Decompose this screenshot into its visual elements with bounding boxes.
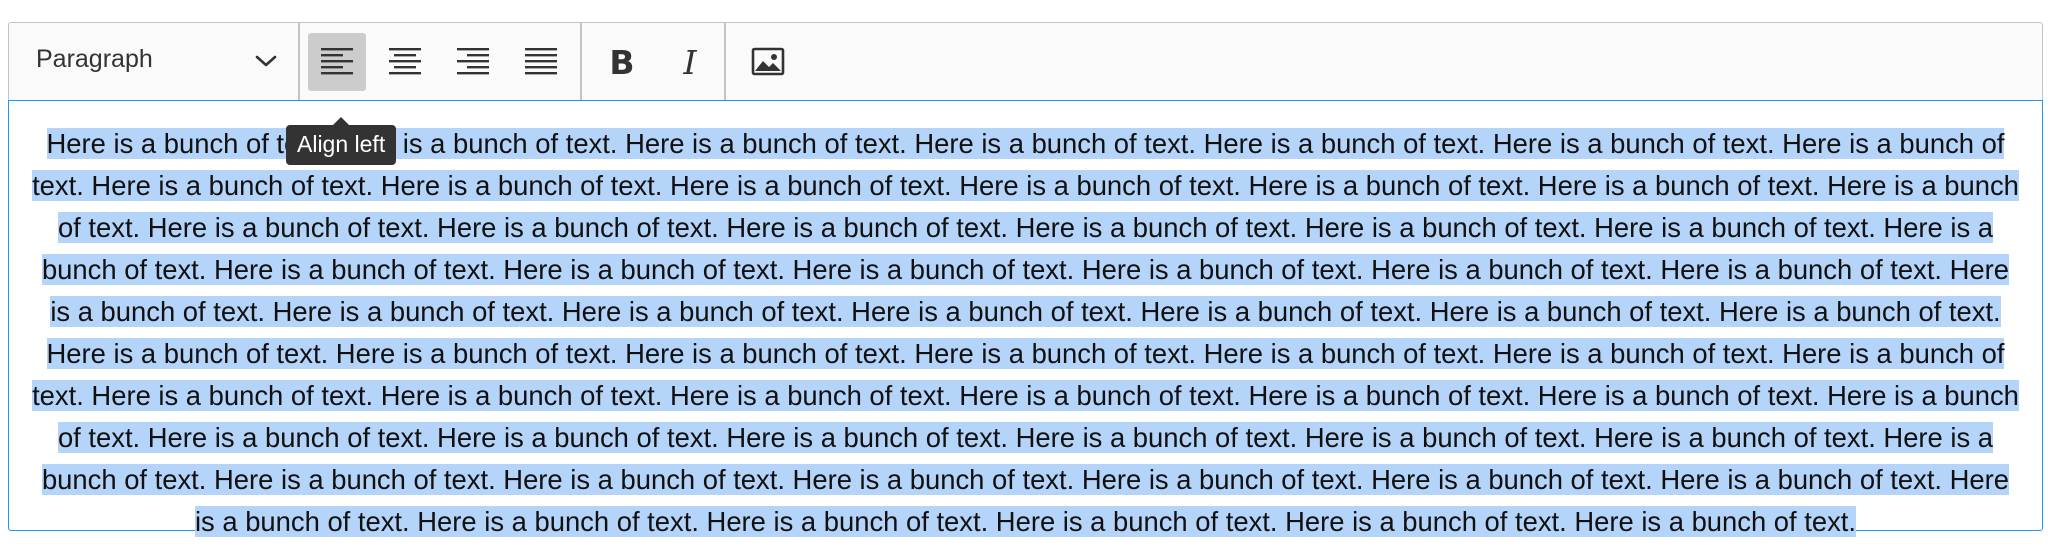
align-left-button[interactable] [308,33,366,91]
heading-dropdown-value: Paragraph [36,45,153,73]
toolbar-separator [298,23,300,100]
align-left-tooltip: Align left [286,117,397,165]
svg-text:B: B [609,43,634,82]
align-center-button[interactable] [376,33,434,91]
editor-toolbar: Paragraph B I [8,22,2043,101]
selected-text: Here is a bunch of text. Here is a bunch… [32,128,2019,537]
italic-button[interactable]: I [661,33,719,91]
rich-text-editor: Paragraph B I Align left Here is a bunch… [8,22,2043,537]
chevron-down-icon [253,50,279,72]
toolbar-separator [580,23,582,100]
insert-image-button[interactable] [739,33,797,91]
align-justify-button[interactable] [512,33,570,91]
align-right-button[interactable] [444,33,502,91]
paragraph: Here is a bunch of text. Here is a bunch… [29,123,2022,543]
svg-text:I: I [682,43,697,82]
heading-dropdown[interactable]: Paragraph [9,23,297,99]
bold-button[interactable]: B [593,33,651,91]
toolbar-separator [724,23,726,100]
